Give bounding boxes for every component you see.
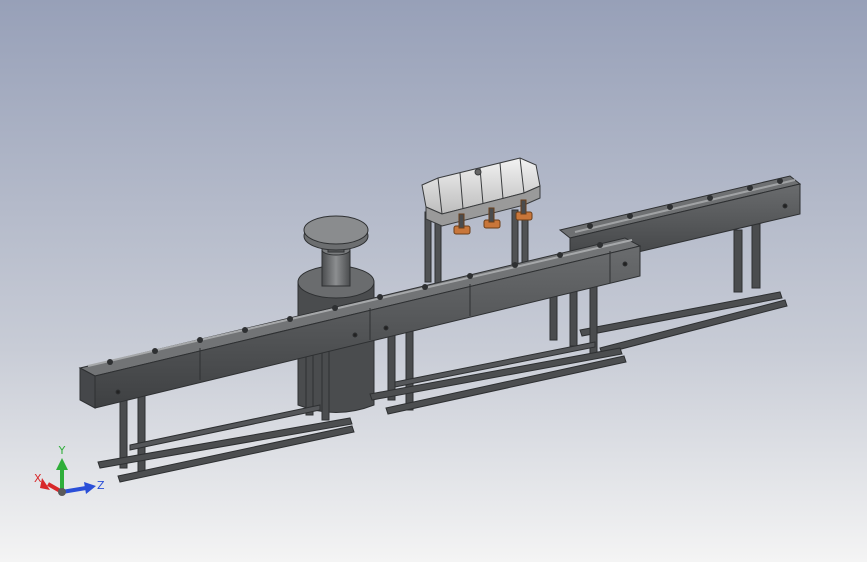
conveyor-filling-machine-model[interactable] bbox=[0, 0, 867, 562]
cad-viewport[interactable]: Y X Z bbox=[0, 0, 867, 562]
y-axis-label: Y bbox=[58, 444, 66, 457]
z-axis-label: Z bbox=[97, 479, 105, 492]
z-axis-arrow bbox=[61, 482, 96, 494]
x-axis-label: X bbox=[34, 472, 42, 485]
coordinate-triad: Y X Z bbox=[34, 444, 105, 496]
y-axis-arrow bbox=[56, 458, 68, 492]
triad-origin bbox=[58, 488, 66, 496]
